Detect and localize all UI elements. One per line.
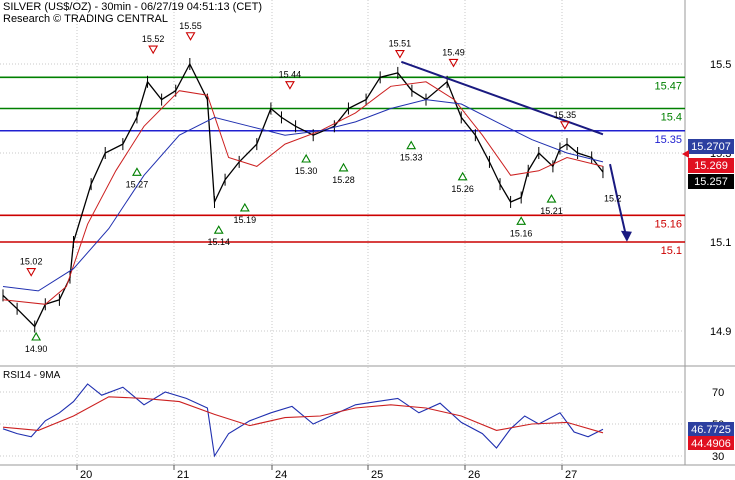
time-tick-label-21: 21 — [177, 469, 189, 480]
level-label-15-35: 15.35 — [654, 134, 682, 146]
annotation-label-15-55: 15.55 — [179, 21, 202, 31]
annotation-label-15-35: 15.35 — [554, 110, 577, 120]
time-tick-label-26: 26 — [468, 469, 480, 480]
time-tick-label-25: 25 — [371, 469, 383, 480]
annotation-label-15-26: 15.26 — [451, 184, 474, 194]
price-tick-label-14-9: 14.9 — [710, 326, 731, 338]
level-label-15-1: 15.1 — [661, 245, 682, 257]
annotation-label-15-49: 15.49 — [442, 47, 465, 57]
annotation-label-15-33: 15.33 — [400, 153, 423, 163]
annotation-label-15-44: 15.44 — [279, 70, 302, 80]
annotation-label-15-16: 15.16 — [510, 228, 533, 238]
annotation-label-15-28: 15.28 — [332, 175, 355, 185]
annotation-label-15-02: 15.02 — [20, 257, 43, 267]
annotation-label-15-52: 15.52 — [142, 34, 165, 44]
annotation-label-15-21: 15.21 — [540, 206, 563, 216]
chart-title: SILVER (US$/OZ) - 30min - 06/27/19 04:51… — [3, 1, 263, 13]
rsi-box-label-44-4906: 44.4906 — [691, 438, 731, 450]
chart-subtitle: Research © TRADING CENTRAL — [3, 13, 168, 25]
annotation-label-15-27: 15.27 — [126, 179, 149, 189]
chart: 15.47 15.4 15.35 15.16 15.1 15.55 15.52 15.51 1… — [0, 0, 735, 480]
rsi-tick-label-70: 70 — [712, 387, 724, 399]
level-label-15-16: 15.16 — [654, 218, 682, 230]
level-label-15-4: 15.4 — [661, 112, 682, 124]
time-tick-label-20: 20 — [80, 469, 92, 480]
annotation-label-15-51: 15.51 — [389, 39, 412, 49]
price-box-label-15-2707: 15.2707 — [691, 141, 731, 153]
level-label-15-47: 15.47 — [654, 80, 682, 92]
indicator-title: RSI14 - 9MA — [3, 370, 61, 381]
time-tick-label-27: 27 — [565, 469, 577, 480]
annotation-label-15-2: 15.2 — [604, 194, 622, 204]
price-tick-label-15-5: 15.5 — [710, 59, 731, 71]
time-tick-label-24: 24 — [275, 469, 287, 480]
annotation-label-15-30: 15.30 — [295, 166, 318, 176]
rsi-tick-label-30: 30 — [712, 451, 724, 463]
price-box-label-15-269: 15.269 — [694, 160, 728, 172]
price-tick-label-15-1: 15.1 — [710, 237, 731, 249]
rsi-box-label-46-7725: 46.7725 — [691, 424, 731, 436]
annotation-label-15-14: 15.14 — [207, 237, 230, 247]
annotation-label-14-90: 14.90 — [25, 344, 48, 354]
price-box-label-15-257: 15.257 — [694, 176, 728, 188]
annotation-label-15-19: 15.19 — [234, 215, 257, 225]
